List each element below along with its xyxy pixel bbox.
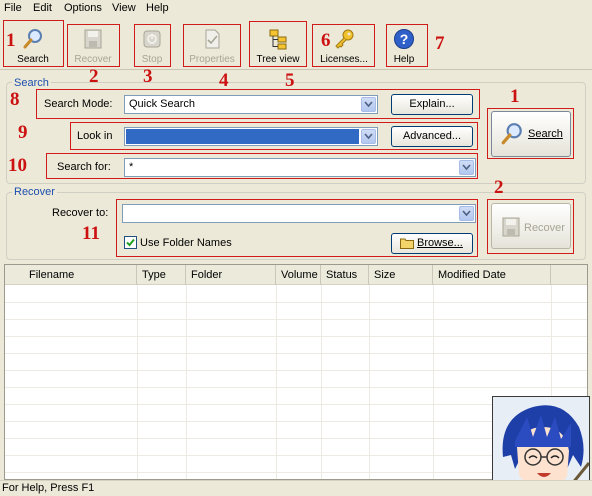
annotation-number: 2 — [494, 177, 504, 198]
column-header-status[interactable]: Status — [321, 265, 369, 285]
search-group-title: Search — [12, 77, 51, 89]
annotation-number: 1 — [6, 30, 16, 51]
recover-to-label: Recover to: — [52, 207, 109, 219]
menu-options[interactable]: Options — [64, 2, 102, 14]
column-divider — [321, 285, 322, 479]
column-divider — [137, 285, 138, 479]
annotation-number: 6 — [321, 30, 331, 51]
menu-bar: File Edit Options View Help — [0, 0, 592, 18]
annotation-box-properties — [183, 24, 241, 67]
menu-help[interactable]: Help — [146, 2, 169, 14]
row-divider — [5, 302, 587, 303]
menu-edit[interactable]: Edit — [33, 2, 52, 14]
column-divider — [369, 285, 370, 479]
status-bar: For Help, Press F1 — [0, 480, 592, 496]
annotation-number: 11 — [82, 223, 100, 244]
column-header-volume[interactable]: Volume — [276, 265, 321, 285]
menu-file[interactable]: File — [4, 2, 22, 14]
annotation-number: 2 — [89, 66, 99, 87]
column-divider — [186, 285, 187, 479]
annotation-box-stop — [134, 24, 171, 67]
annotation-number: 5 — [285, 70, 295, 91]
annotation-number: 8 — [10, 89, 20, 110]
annotation-box-tree-view — [249, 21, 307, 67]
annotation-number: 9 — [18, 122, 28, 143]
annotation-box-help — [386, 24, 428, 67]
column-divider — [276, 285, 277, 479]
annotation-box-search-for — [46, 153, 478, 179]
annotation-box-recover-button — [487, 199, 574, 254]
annotation-box-recover-options — [116, 199, 478, 257]
annotation-number: 10 — [8, 155, 27, 176]
column-header-modified-date[interactable]: Modified Date — [433, 265, 551, 285]
annotation-number: 7 — [435, 33, 445, 54]
row-divider — [5, 319, 587, 320]
table-header: Filename Type Folder Volume Status Size … — [5, 265, 587, 285]
annotation-box-recover — [67, 24, 120, 67]
row-divider — [5, 336, 587, 337]
column-header-type[interactable]: Type — [137, 265, 186, 285]
annotation-box-look-in — [70, 122, 478, 150]
column-header-size[interactable]: Size — [369, 265, 433, 285]
column-header-folder[interactable]: Folder — [186, 265, 276, 285]
menu-view[interactable]: View — [112, 2, 136, 14]
column-header-filler — [551, 265, 587, 285]
annotation-number: 1 — [510, 86, 520, 107]
annotation-box-search-button — [487, 108, 574, 159]
row-divider — [5, 370, 587, 371]
recover-group-title: Recover — [12, 186, 57, 198]
status-text: For Help, Press F1 — [2, 482, 95, 494]
row-divider — [5, 387, 587, 388]
annotation-number: 4 — [219, 70, 229, 91]
column-divider — [433, 285, 434, 479]
annotation-box-search-mode — [36, 89, 480, 119]
row-divider — [5, 353, 587, 354]
annotation-number: 3 — [143, 66, 153, 87]
column-header-filename[interactable]: Filename — [5, 265, 137, 285]
